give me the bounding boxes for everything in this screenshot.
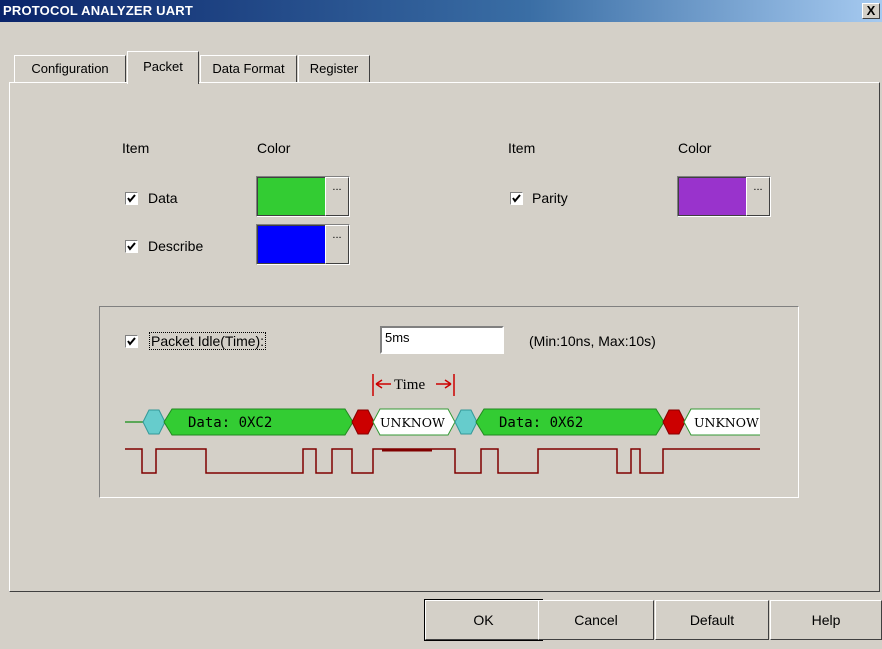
tab-register[interactable]: Register	[298, 55, 370, 83]
packet-idle-range: (Min:10ns, Max:10s)	[529, 333, 656, 349]
data-label: Data	[148, 190, 178, 206]
tab-packet[interactable]: Packet	[127, 51, 199, 84]
tab-data-format[interactable]: Data Format	[200, 55, 297, 83]
describe-color-picker[interactable]: ...	[256, 224, 350, 265]
parity-label: Parity	[532, 190, 568, 206]
tab-configuration[interactable]: Configuration	[14, 55, 126, 83]
describe-label: Describe	[148, 238, 204, 254]
describe-color-more-button[interactable]: ...	[325, 225, 349, 264]
item-header-left: Item	[122, 140, 150, 156]
start-bit-2	[454, 409, 478, 435]
data-packet-2-label: Data: 0X62	[499, 415, 583, 431]
time-label: Time	[394, 377, 425, 393]
window-title: PROTOCOL ANALYZER UART	[3, 3, 194, 18]
start-bit-1	[142, 409, 166, 435]
checkmark-icon	[512, 194, 521, 203]
ok-button[interactable]: OK	[424, 599, 543, 641]
parity-bit-2	[662, 409, 686, 435]
checkmark-icon	[127, 242, 136, 251]
data-checkbox[interactable]	[125, 192, 138, 205]
data-packet-1-label: Data: 0XC2	[188, 415, 272, 431]
close-button[interactable]: X	[862, 3, 880, 19]
color-header-left: Color	[257, 140, 291, 156]
describe-checkbox[interactable]	[125, 240, 138, 253]
parity-color-more-button[interactable]: ...	[746, 177, 770, 216]
parity-color-swatch	[678, 177, 746, 216]
uart-signal-waveform	[125, 448, 760, 474]
checkmark-icon	[127, 194, 136, 203]
time-arrow-left-icon	[375, 379, 391, 389]
timing-diagram: Time Data: 0XC2 UNKNOW Data: 0X62 UNKNOW	[125, 374, 761, 474]
unknown-packet-1-label: UNKNOW	[380, 415, 445, 430]
data-color-more-button[interactable]: ...	[325, 177, 349, 216]
data-color-swatch	[257, 177, 325, 216]
packet-idle-label: Packet Idle(Time):	[149, 332, 267, 350]
describe-color-swatch	[257, 225, 325, 264]
parity-checkbox[interactable]	[510, 192, 523, 205]
cancel-button[interactable]: Cancel	[538, 600, 654, 640]
checkmark-icon	[127, 337, 136, 346]
time-arrow-right-icon	[436, 379, 452, 389]
color-header-right: Color	[678, 140, 712, 156]
item-header-right: Item	[508, 140, 536, 156]
unknown-packet-2-label: UNKNOW	[694, 415, 759, 430]
help-button[interactable]: Help	[770, 600, 882, 640]
parity-bit-1	[351, 409, 375, 435]
parity-color-picker[interactable]: ...	[677, 176, 771, 217]
packet-idle-input[interactable]: 5ms	[380, 326, 504, 354]
packet-idle-checkbox[interactable]	[125, 335, 138, 348]
data-color-picker[interactable]: ...	[256, 176, 350, 217]
default-button[interactable]: Default	[655, 600, 769, 640]
